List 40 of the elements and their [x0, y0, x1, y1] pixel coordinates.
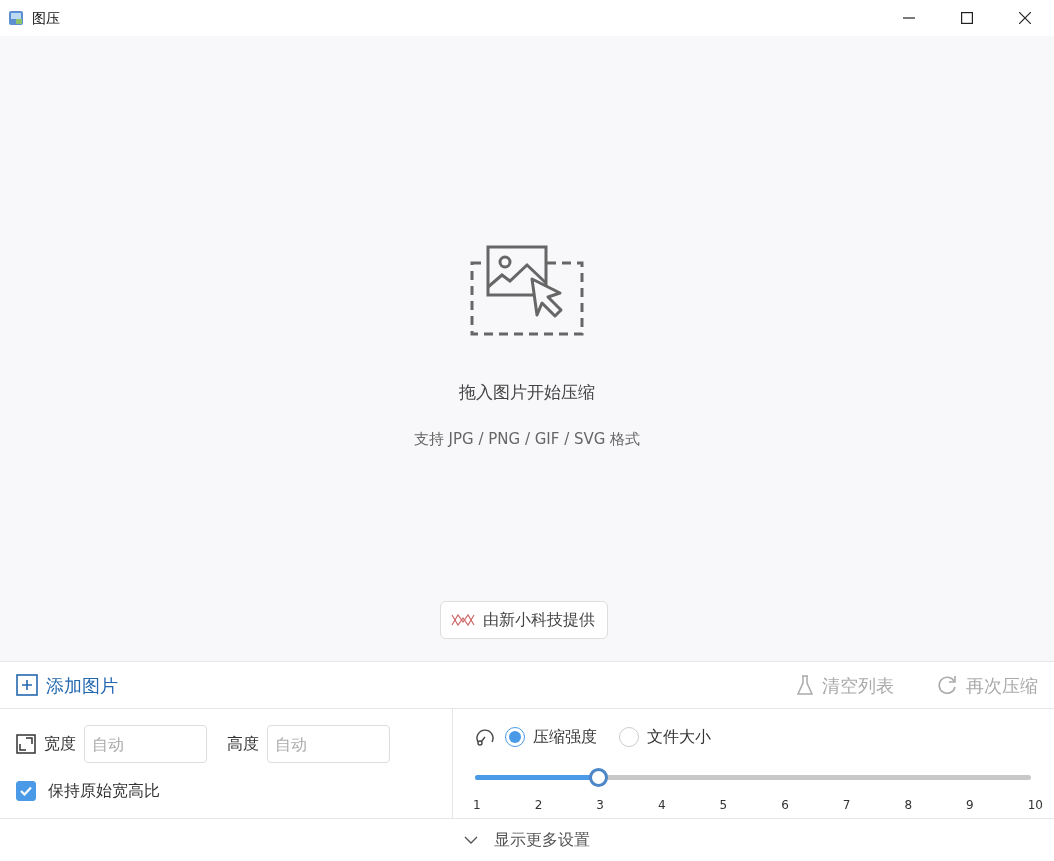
tick-label: 4 [657, 797, 666, 814]
tick-label: 2 [534, 797, 543, 814]
gauge-icon [475, 727, 495, 747]
tick-label: 10 [1027, 797, 1043, 814]
image-drop-icon [470, 245, 584, 337]
checkbox[interactable] [16, 781, 36, 801]
tick-label: 9 [966, 797, 974, 814]
add-icon [16, 674, 38, 696]
app-icon [8, 10, 24, 26]
tick-label: 6 [781, 797, 789, 814]
add-image-button[interactable]: 添加图片 [16, 671, 118, 699]
supported-formats: 支持 JPG / PNG / GIF / SVG 格式 [413, 428, 641, 450]
tick-label: 5 [719, 797, 728, 814]
check-icon [20, 786, 32, 796]
tick-label: 3 [596, 797, 604, 814]
refresh-icon [936, 674, 958, 696]
option-label: 压缩强度 [533, 726, 597, 748]
tick-label: 8 [904, 797, 912, 814]
credit-badge[interactable]: 由新小科技提供 [440, 601, 608, 639]
keep-ratio-label: 保持原始宽高比 [48, 780, 160, 802]
radio-button[interactable] [619, 727, 639, 747]
width-field[interactable]: 自动 [84, 725, 207, 763]
slider-thumb[interactable] [589, 768, 609, 787]
credit-text: 由新小科技提供 [483, 609, 595, 631]
logo-icon [451, 614, 475, 626]
tick-label: 7 [842, 797, 851, 814]
window-title: 图压 [32, 8, 60, 28]
option-label: 文件大小 [647, 726, 711, 748]
resize-icon [16, 734, 36, 754]
drop-hint: 拖入图片开始压缩 [459, 381, 595, 404]
radio-button[interactable] [505, 727, 525, 747]
height-field[interactable]: 自动 [267, 725, 390, 763]
tick-label: 1 [473, 797, 481, 814]
maximize-icon [961, 12, 973, 24]
height-label: 高度 [227, 733, 259, 755]
show-more-settings-button[interactable]: 显示更多设置 [464, 827, 590, 852]
width-label: 宽度 [44, 733, 76, 755]
close-icon [1019, 12, 1031, 24]
flask-icon [796, 674, 814, 696]
chevron-down-icon [464, 835, 478, 844]
